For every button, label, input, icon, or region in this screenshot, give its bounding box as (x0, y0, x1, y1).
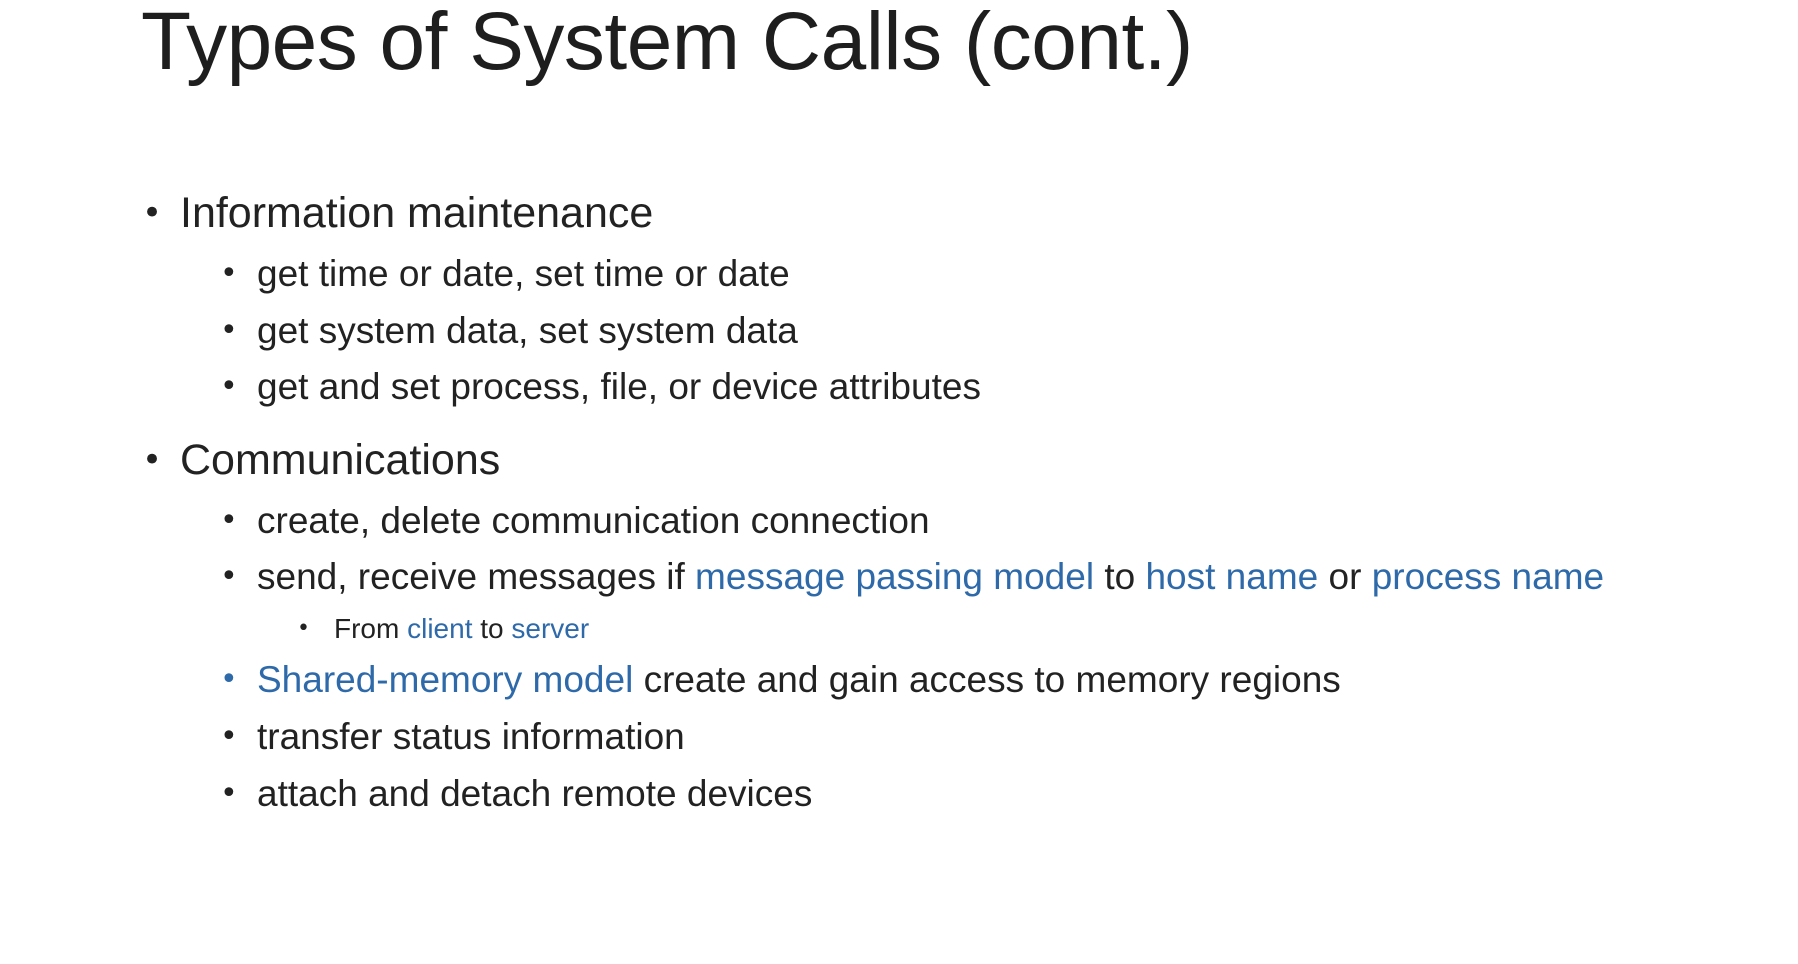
list-item-text: attach and detach remote devices (257, 773, 813, 814)
list-item: • attach and detach remote devices (220, 772, 813, 816)
highlight-term: host name (1145, 556, 1319, 597)
highlight-term: Shared-memory model (257, 659, 634, 700)
list-item-text: create, delete communication connection (257, 500, 930, 541)
list-item-text: create and gain access to memory regions (633, 659, 1341, 700)
list-item-text: get time or date, set time or date (257, 253, 790, 294)
bullet-icon: • (220, 503, 238, 538)
list-item-text: or (1318, 556, 1372, 597)
list-item-text: get and set process, file, or device att… (257, 366, 981, 407)
bullet-icon: • (297, 616, 310, 641)
bullet-icon: • (220, 369, 238, 404)
bullet-icon: • (220, 662, 238, 697)
bullet-icon: • (220, 256, 238, 291)
highlight-term: server (511, 613, 590, 644)
bullet-icon: • (142, 440, 163, 480)
bullet-icon: • (220, 719, 238, 754)
list-item-text: send, receive messages if (257, 556, 696, 597)
section-heading-communications: • Communications (142, 435, 501, 485)
list-item-text: transfer status information (257, 716, 685, 757)
list-item-text: to (1094, 556, 1146, 597)
bullet-icon: • (142, 193, 163, 233)
slide: Types of System Calls (cont.) • Informat… (0, 0, 1798, 964)
list-item: • transfer status information (220, 715, 685, 759)
section-heading-information-maintenance: • Information maintenance (142, 188, 654, 238)
slide-title: Types of System Calls (cont.) (141, 0, 1193, 87)
bullet-icon: • (220, 776, 238, 811)
list-item-text: get system data, set system data (257, 310, 798, 351)
list-item: • get and set process, file, or device a… (220, 365, 981, 409)
sub-list-item: • From client to server (297, 612, 590, 646)
highlight-term: process name (1371, 556, 1605, 597)
highlight-term: client (407, 613, 473, 644)
highlight-term: message passing model (695, 556, 1095, 597)
list-item: • Shared-memory model create and gain ac… (220, 658, 1341, 702)
list-item: • create, delete communication connectio… (220, 499, 930, 543)
list-item-text: to (472, 613, 512, 644)
bullet-icon: • (220, 559, 238, 594)
list-item: • get time or date, set time or date (220, 252, 790, 296)
section-heading-text: Information maintenance (180, 189, 654, 237)
list-item: • get system data, set system data (220, 309, 798, 353)
list-item: • send, receive messages if message pass… (220, 555, 1605, 599)
bullet-icon: • (220, 313, 238, 348)
list-item-text: From (334, 613, 408, 644)
section-heading-text: Communications (180, 436, 501, 484)
